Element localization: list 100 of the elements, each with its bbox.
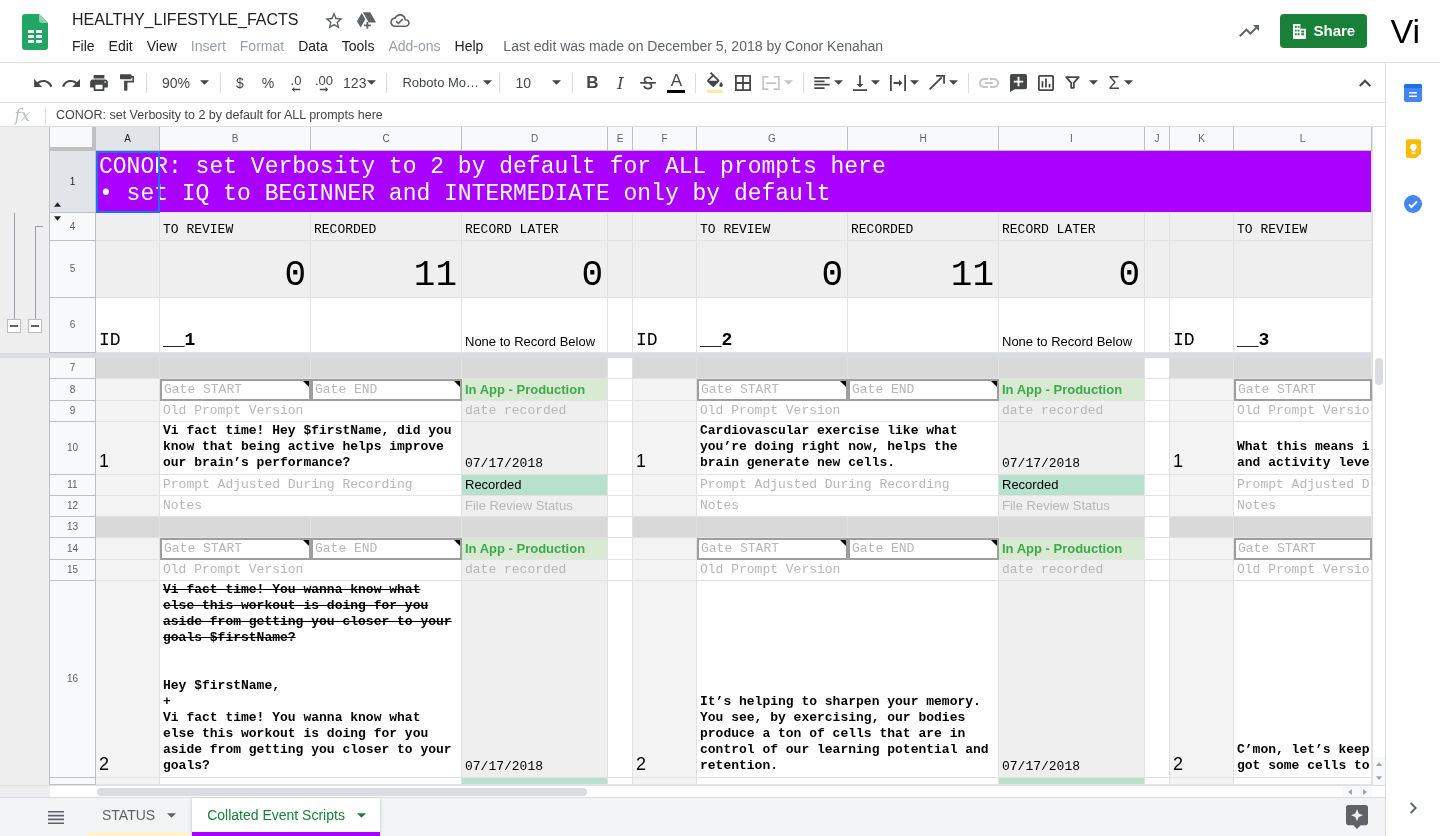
column-header[interactable]: C [311,127,462,151]
table-cell: RECORD LATER [462,213,608,241]
cell-text: Vi fact time! Hey $firstName, did you know that being active helps improve our brain’s performance? [163,423,453,471]
row-header[interactable]: 1 [50,151,96,213]
table-cell [608,379,633,401]
activity-button[interactable] [1239,25,1260,37]
table-cell [1145,475,1170,496]
table-cell: Notes [160,496,462,517]
table-cell: Prompt Adjusted D [1234,475,1372,496]
star-button[interactable] [325,11,344,29]
column-header[interactable]: J [1145,127,1170,151]
column-header[interactable]: D [462,127,608,151]
table-cell [633,538,697,560]
explore-button[interactable] [1346,805,1368,829]
more-formats-dropdown[interactable]: 123 [338,68,382,97]
up-triangle-icon[interactable] [54,202,61,207]
document-title[interactable]: HEALTHY_LIFESTYLE_FACTS [72,7,299,33]
table-cell [608,422,633,475]
formula-input[interactable]: CONOR: set Verbosity to 2 by default for ALL prompts here [56,106,383,123]
menu-item[interactable]: Tools [334,36,382,56]
decrease-decimals-button[interactable]: .0 [282,68,310,97]
table-cell [633,517,697,538]
table-cell: Old Prompt Version [697,560,999,581]
increase-decimals-button[interactable]: .00 [310,68,339,97]
strikethrough-icon [640,75,657,90]
percent-button[interactable]: % [254,68,282,97]
row-header[interactable]: 14 [50,538,96,560]
row-header[interactable]: 6 [50,298,96,353]
column-header[interactable]: L [1234,127,1372,151]
table-cell: Gate START [1234,538,1372,560]
spreadsheet-logo-icon[interactable] [22,14,48,50]
italic-button[interactable]: I [606,68,635,97]
row-header[interactable]: 7 [50,358,96,379]
menu-item[interactable]: Help [447,36,491,56]
caret-icon [784,80,794,85]
table-cell: Old Prompt Version [160,560,462,581]
vertical-scrollbar[interactable] [1372,127,1385,785]
collapse-group-button[interactable] [7,319,21,333]
table-cell [608,538,633,560]
menu-item[interactable]: Edit [101,36,140,56]
column-header[interactable]: F [633,127,697,151]
table-cell [608,496,633,517]
table-cell: Recorded [999,475,1145,496]
down-triangle-icon[interactable] [54,216,61,221]
row-header[interactable]: 12 [50,496,96,517]
minus-icon [10,325,18,327]
row-header[interactable]: 4 [50,213,96,241]
row-header[interactable]: 10 [50,422,96,475]
table-cell [608,560,633,581]
cell-text: C’mon, let’s keep got some cells to [1237,742,1370,774]
table-cell [96,379,160,401]
calendar-button[interactable] [1404,84,1422,102]
row-header[interactable]: 15 [50,560,96,581]
menu-item[interactable]: File [65,36,102,56]
row-header[interactable]: 8 [50,379,96,401]
last-edit-link[interactable]: Last edit was made on December 5, 2018 by Conor Kenahan [503,36,884,56]
down-triangle-icon [1376,776,1382,780]
table-cell [633,496,697,517]
column-header[interactable]: B [160,127,311,151]
column-header[interactable]: G [697,127,848,151]
tasks-button[interactable] [1404,195,1422,213]
font-dropdown[interactable]: Roboto Mo… [392,68,495,97]
row-header[interactable]: 16 [50,581,96,778]
column-header[interactable]: A [96,127,160,151]
zoom-dropdown[interactable]: 90% [152,68,215,97]
bold-button[interactable]: B [578,68,607,97]
table-cell [608,517,633,538]
table-cell: 1 [96,422,160,475]
share-button[interactable]: Share [1280,14,1368,48]
scrollbar-thumb[interactable] [97,787,587,796]
column-header[interactable]: E [608,127,633,151]
menu-item[interactable]: Data [291,36,335,56]
row-header[interactable]: 11 [50,475,96,496]
expand-panel-button[interactable] [1409,802,1417,814]
row-header[interactable]: 13 [50,517,96,538]
table-cell [1170,358,1234,379]
table-cell: date recorded [462,401,608,422]
table-cell: Gate END [848,379,999,401]
table-cell [96,517,160,538]
table-cell [96,241,160,298]
text-color-button[interactable]: A [662,68,691,97]
table-cell: Prompt Adjusted During Recording [697,475,999,496]
table-cell [1145,213,1170,241]
row-header[interactable]: 5 [50,241,96,298]
account-avatar[interactable]: Vi [1390,13,1420,49]
move-button[interactable] [357,11,377,29]
scrollbar-thumb[interactable] [1375,358,1383,385]
font-size-dropdown[interactable]: 10 [505,68,568,97]
column-header[interactable]: H [848,127,999,151]
table-cell: 07/17/2018 [999,581,1145,778]
row-header[interactable]: 9 [50,401,96,422]
column-header[interactable]: I [999,127,1145,151]
sheet-tab[interactable]: STATUS [87,798,191,836]
functions-button[interactable]: Σ [1103,68,1138,97]
column-header[interactable]: K [1170,127,1234,151]
currency-button[interactable]: $ [226,68,254,97]
menu-item[interactable]: View [139,36,184,56]
sheet-tab[interactable]: Collated Event Scripts [192,798,380,836]
save-status-button[interactable] [390,13,411,27]
collapse-group-button[interactable] [28,319,42,333]
